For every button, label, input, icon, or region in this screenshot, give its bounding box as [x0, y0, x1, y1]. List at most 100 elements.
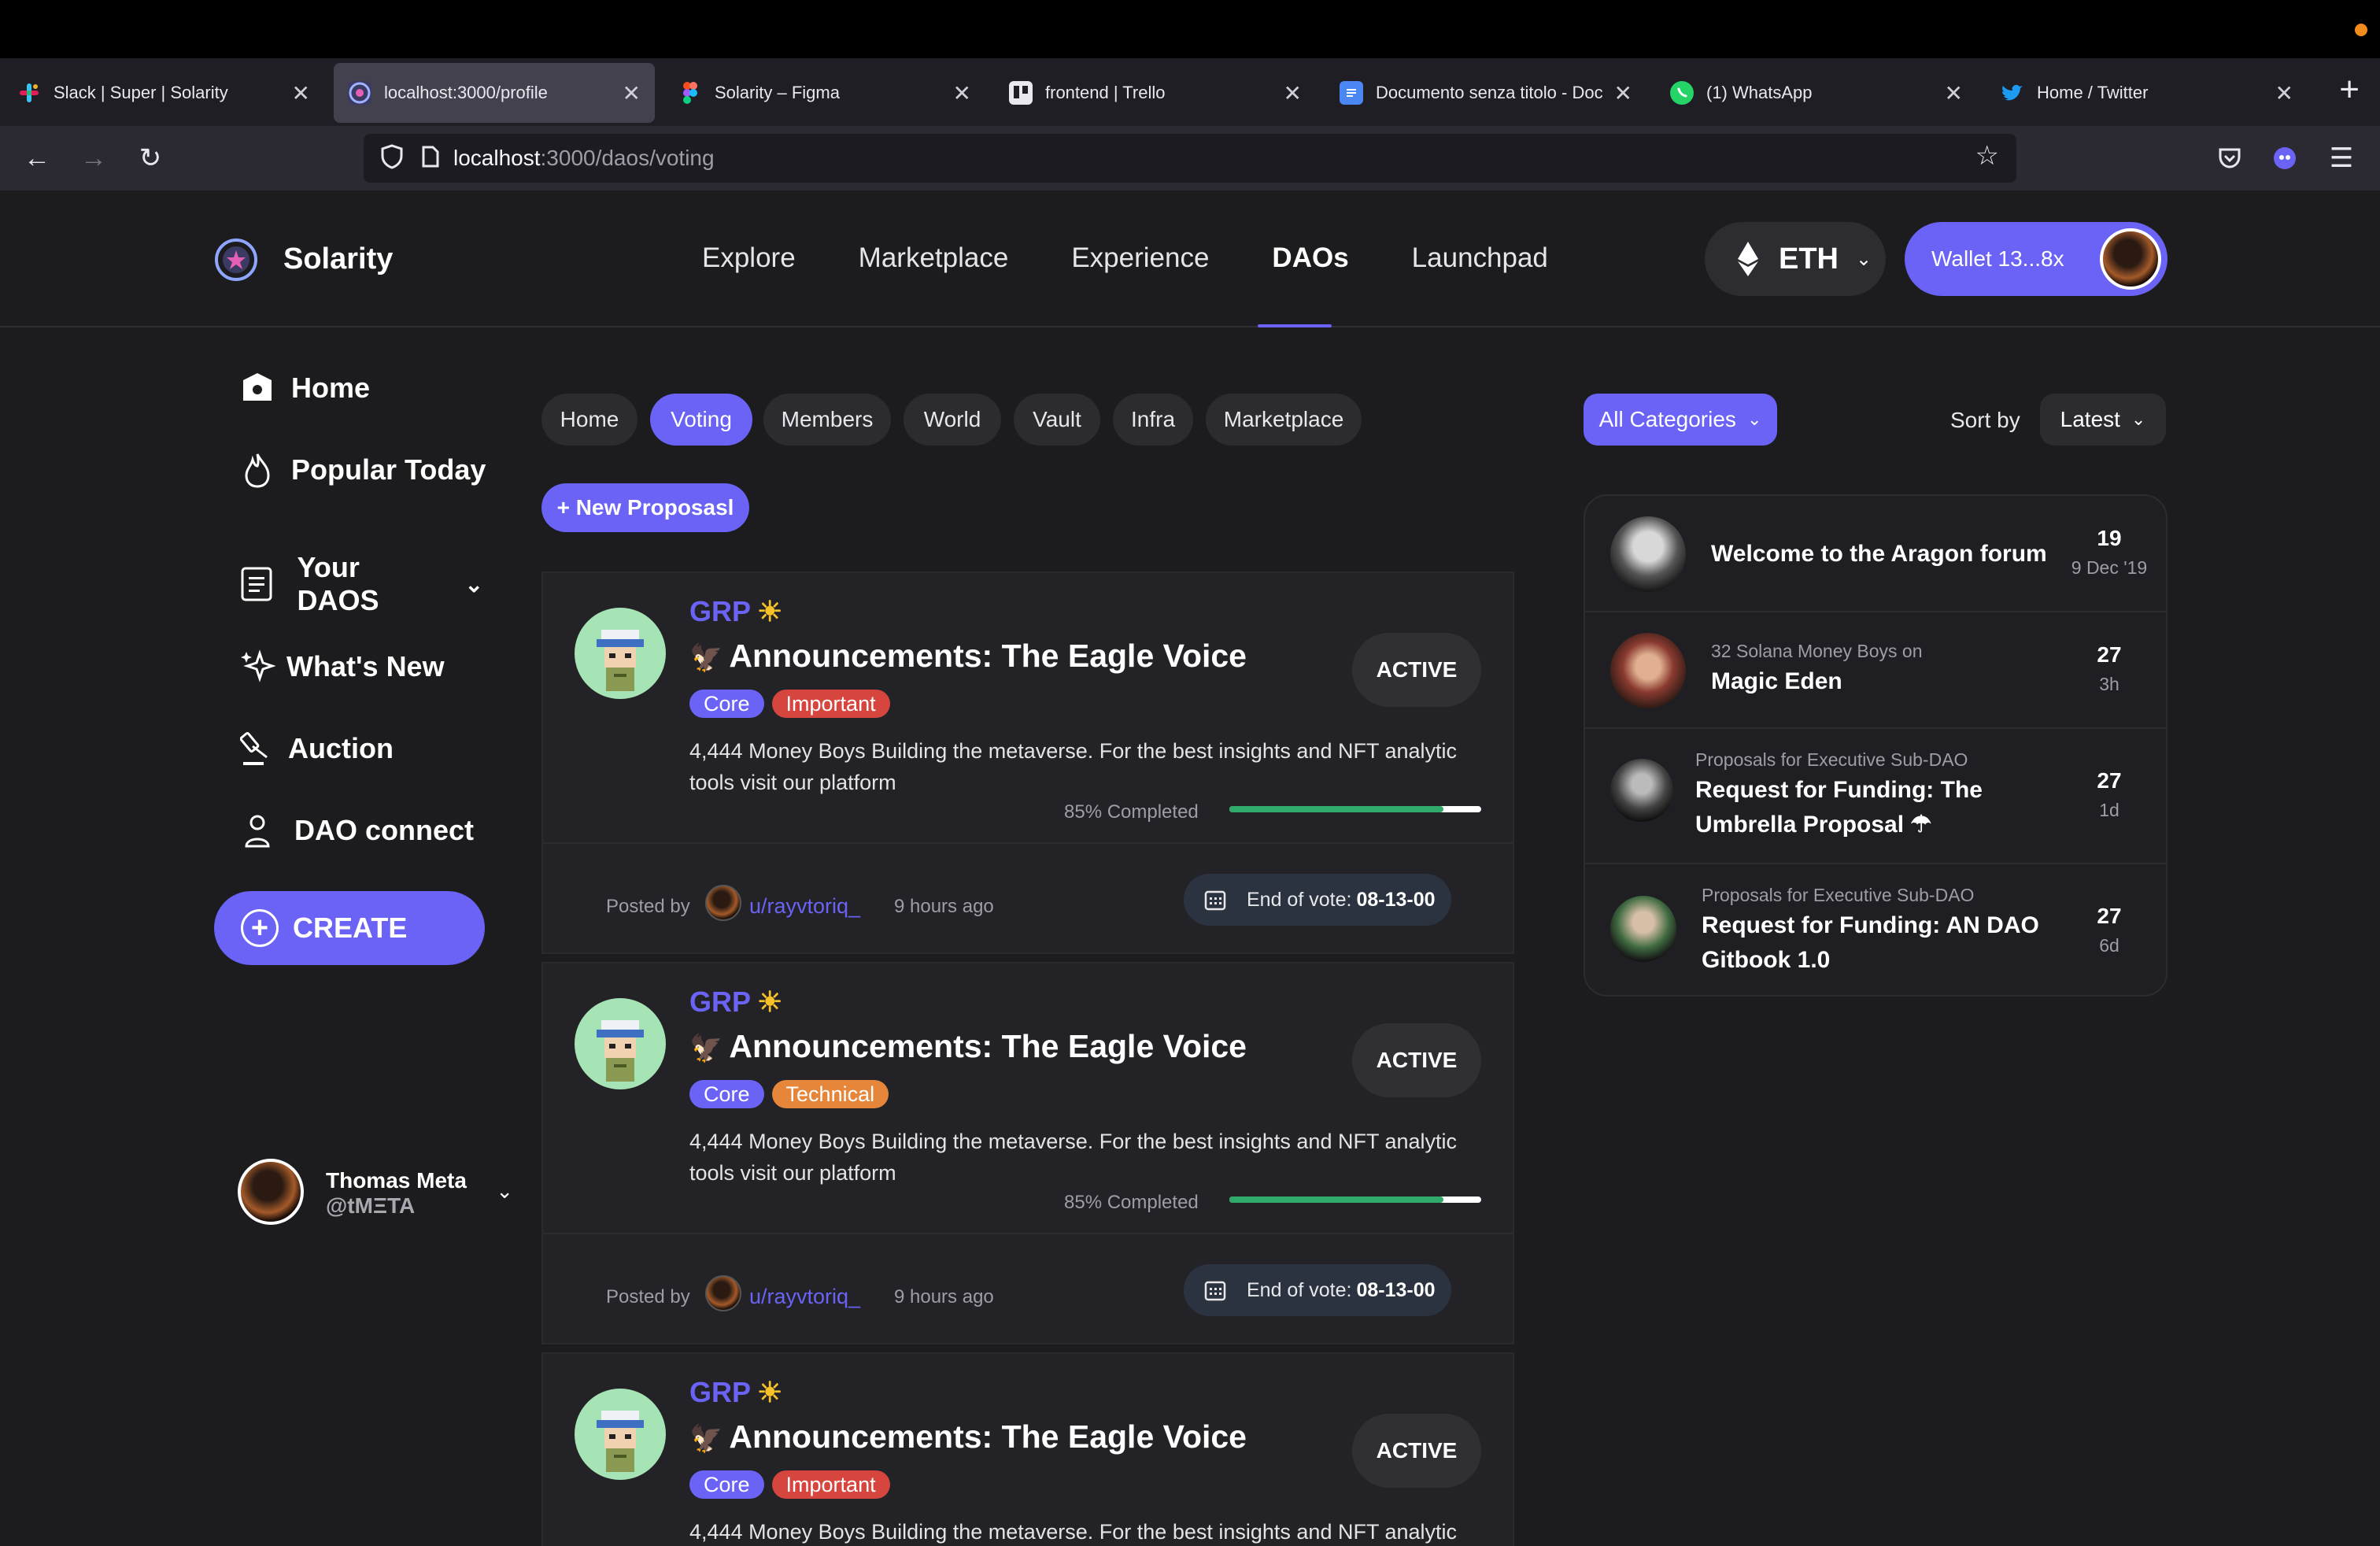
user-handle: @tMΞTA — [326, 1193, 416, 1218]
status-badge: ACTIVE — [1352, 1023, 1481, 1097]
gavel-icon — [239, 730, 275, 767]
tag-important[interactable]: Important — [771, 1470, 890, 1499]
vote-end-badge: End of vote: 08-13-00 — [1184, 874, 1451, 926]
sidebar-item-label: Home — [291, 372, 371, 404]
sort-value: Latest — [2060, 407, 2120, 431]
back-arrow-icon[interactable]: ← — [17, 139, 57, 178]
nav-marketplace[interactable]: Marketplace — [859, 242, 1009, 274]
progress-bar — [1229, 1196, 1481, 1203]
nav-experience[interactable]: Experience — [1071, 242, 1209, 274]
close-icon[interactable]: ✕ — [2275, 80, 2293, 106]
tab-infra[interactable]: Infra — [1113, 394, 1193, 446]
browser-tab-whatsapp[interactable]: (1) WhatsApp ✕ — [1656, 63, 1977, 123]
forum-item[interactable]: Proposals for Executive Sub-DAO Request … — [1585, 729, 2166, 864]
wallet-avatar[interactable] — [2100, 228, 2161, 290]
nav-explore[interactable]: Explore — [702, 242, 796, 274]
tag-list: Core Technical — [689, 1080, 889, 1108]
group-name[interactable]: GRP ☀ — [689, 1376, 782, 1409]
sidebar-item-home[interactable]: Home — [239, 370, 370, 406]
close-icon[interactable]: ✕ — [292, 80, 310, 106]
bookmark-star-icon[interactable]: ☆ — [1975, 140, 1999, 172]
forum-item[interactable]: 32 Solana Money Boys on Magic Eden 27 3h — [1585, 612, 2166, 729]
url-path: :3000/daos/voting — [540, 146, 715, 170]
sidebar-item-dao-connect[interactable]: DAO connect — [239, 812, 474, 849]
category-dropdown[interactable]: All Categories ⌄ — [1584, 394, 1777, 446]
forum-item[interactable]: Welcome to the Aragon forum 19 9 Dec '19 — [1585, 496, 2166, 612]
sidebar-item-popular-today[interactable]: Popular Today — [239, 452, 486, 488]
tag-core[interactable]: Core — [689, 1080, 764, 1108]
tab-home[interactable]: Home — [541, 394, 638, 446]
proposal-title[interactable]: 🦅 Announcements: The Eagle Voice — [689, 1028, 1247, 1065]
extension-icon[interactable] — [2265, 139, 2304, 178]
browser-tab-profile[interactable]: localhost:3000/profile ✕ — [334, 63, 655, 123]
document-icon — [239, 566, 274, 602]
browser-tab-twitter[interactable]: Home / Twitter ✕ — [1986, 63, 2308, 123]
author-link[interactable]: u/rayvtoriq_ — [749, 894, 860, 919]
timestamp: 9 hours ago — [894, 1286, 994, 1307]
os-menu-bar — [0, 0, 2380, 58]
chevron-down-icon[interactable]: ⌄ — [465, 571, 483, 597]
chevron-down-icon: ⌄ — [1856, 248, 1872, 270]
author-link[interactable]: u/rayvtoriq_ — [749, 1285, 860, 1309]
tab-voting[interactable]: Voting — [650, 394, 752, 446]
close-icon[interactable]: ✕ — [1284, 80, 1302, 106]
close-icon[interactable]: ✕ — [1614, 80, 1632, 106]
brand-name[interactable]: Solarity — [283, 242, 393, 276]
browser-tab-trello[interactable]: frontend | Trello ✕ — [995, 63, 1316, 123]
shield-icon[interactable] — [381, 143, 403, 173]
avatar[interactable] — [238, 1159, 304, 1225]
new-tab-icon[interactable]: + — [2339, 72, 2360, 107]
proposal-title[interactable]: 🦅 Announcements: The Eagle Voice — [689, 638, 1247, 675]
avatar[interactable] — [705, 1275, 741, 1311]
solarity-logo-icon[interactable] — [214, 238, 258, 282]
vote-end-label: End of vote: — [1247, 888, 1352, 911]
tab-title: Slack | Super | Solarity — [54, 83, 228, 102]
sidebar-item-auction[interactable]: Auction — [239, 730, 394, 767]
forum-item-age: 9 Dec '19 — [2071, 557, 2148, 578]
sidebar-item-your-daos[interactable]: Your DAOS ⌄ — [239, 551, 483, 617]
wallet-button[interactable]: Wallet 13...8x — [1905, 222, 2168, 296]
sort-dropdown[interactable]: Latest ⌄ — [2040, 394, 2166, 446]
chevron-down-icon[interactable]: ⌄ — [496, 1179, 513, 1204]
group-label: GRP — [689, 1376, 752, 1408]
tab-vault[interactable]: Vault — [1014, 394, 1100, 446]
tab-world[interactable]: World — [904, 394, 1001, 446]
browser-tab-slack[interactable]: Slack | Super | Solarity ✕ — [3, 63, 324, 123]
avatar[interactable] — [705, 885, 741, 921]
nav-daos[interactable]: DAOs — [1272, 242, 1348, 274]
tab-members[interactable]: Members — [763, 394, 891, 446]
browser-tab-docs[interactable]: Documento senza titolo - Doc ✕ — [1325, 63, 1646, 123]
group-label: GRP — [689, 595, 752, 627]
tag-important[interactable]: Important — [771, 690, 890, 718]
forum-item-title: Welcome to the Aragon forum — [1711, 541, 2047, 567]
proposal-title[interactable]: 🦅 Announcements: The Eagle Voice — [689, 1418, 1247, 1455]
new-proposal-button[interactable]: + New Proposasl — [541, 483, 749, 532]
sidebar-item-whats-new[interactable]: What's New — [239, 649, 445, 685]
network-selector[interactable]: ETH ⌄ — [1705, 222, 1886, 296]
proposal-card[interactable]: GRP ☀ 🦅 Announcements: The Eagle Voice Cor… — [541, 1352, 1514, 1546]
menu-icon[interactable]: ☰ — [2322, 139, 2361, 178]
url-bar[interactable]: localhost:3000/daos/voting ☆ — [364, 134, 2016, 183]
group-name[interactable]: GRP ☀ — [689, 595, 782, 628]
vote-end-label: End of vote: — [1247, 1278, 1352, 1301]
forward-arrow-icon[interactable]: → — [74, 139, 113, 178]
close-icon[interactable]: ✕ — [623, 80, 641, 106]
user-profile[interactable]: Thomas Meta @tMΞTA ⌄ — [238, 1159, 513, 1226]
tab-marketplace[interactable]: Marketplace — [1206, 394, 1362, 446]
nav-launchpad[interactable]: Launchpad — [1412, 242, 1548, 274]
tag-technical[interactable]: Technical — [771, 1080, 889, 1108]
proposal-card[interactable]: GRP ☀ 🦅 Announcements: The Eagle Voice Cor… — [541, 962, 1514, 1344]
sidebar-item-label: DAO connect — [294, 814, 475, 846]
close-icon[interactable]: ✕ — [1945, 80, 1963, 106]
pocket-icon[interactable] — [2210, 139, 2249, 178]
sun-icon: ☀ — [757, 1376, 783, 1408]
proposal-card[interactable]: GRP ☀ 🦅 Announcements: The Eagle Voice Cor… — [541, 571, 1514, 954]
group-name[interactable]: GRP ☀ — [689, 986, 782, 1019]
tag-core[interactable]: Core — [689, 1470, 764, 1499]
create-button[interactable]: + CREATE — [214, 891, 485, 965]
close-icon[interactable]: ✕ — [953, 80, 971, 106]
forum-item[interactable]: Proposals for Executive Sub-DAO Request … — [1585, 864, 2166, 995]
tag-core[interactable]: Core — [689, 690, 764, 718]
browser-tab-figma[interactable]: Solarity – Figma ✕ — [664, 63, 985, 123]
reload-icon[interactable]: ↻ — [131, 139, 170, 178]
